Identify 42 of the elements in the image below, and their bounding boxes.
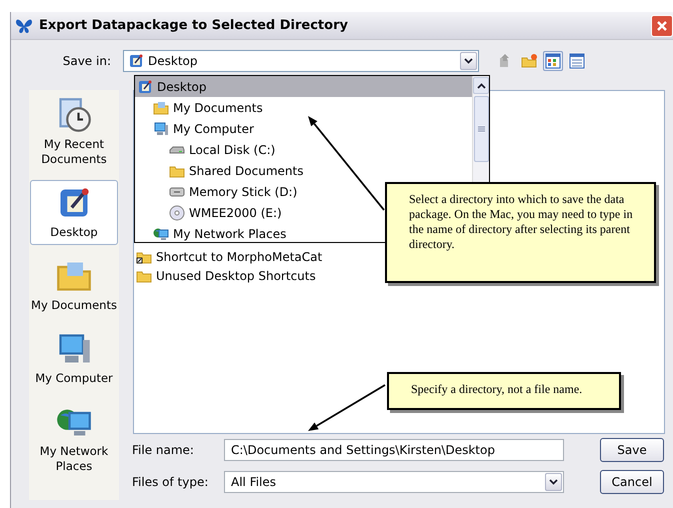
- file-name-field[interactable]: C:\Documents and Settings\Kirsten\Desktop: [224, 439, 564, 461]
- close-icon: [656, 20, 668, 32]
- file-item[interactable]: Shortcut to MorphoMetaCat: [156, 248, 322, 266]
- scroll-up-button[interactable]: [473, 77, 489, 94]
- caret-icon: [464, 58, 473, 64]
- dropdown-item[interactable]: My Computer: [135, 118, 472, 139]
- places-item[interactable]: My Recent Documents: [30, 92, 118, 172]
- butterfly-icon: [15, 18, 33, 34]
- up-caret-icon: [476, 82, 486, 88]
- close-button[interactable]: [651, 14, 673, 36]
- callout-tooltip: Select a directory into which to save the data package. On the Mac, you may need to type in the name of directory after selecting its parent directory.: [385, 182, 656, 283]
- window-title: Export Datapackage to Selected Directory: [39, 16, 348, 35]
- grip-icon: [478, 126, 484, 132]
- dropdown-button[interactable]: [545, 473, 562, 491]
- dropdown-button[interactable]: [460, 52, 477, 70]
- file-type-dropdown[interactable]: All Files: [224, 471, 564, 493]
- computer-icon: [153, 120, 169, 136]
- dropdown-item[interactable]: My Documents: [135, 97, 472, 118]
- places-item[interactable]: Desktop: [30, 180, 118, 245]
- save-button[interactable]: Save: [600, 438, 664, 462]
- desktop-icon: [128, 53, 144, 69]
- file-item[interactable]: Unused Desktop Shortcuts: [156, 266, 316, 284]
- file-type-label: Files of type:: [132, 474, 210, 491]
- dropdown-item[interactable]: Local Disk (C:): [135, 139, 472, 160]
- desktop-icon: [137, 78, 153, 94]
- scroll-thumb[interactable]: [474, 96, 488, 162]
- file-name-label: File name:: [132, 442, 195, 459]
- places-item[interactable]: My Documents: [30, 253, 118, 318]
- dropdown-item[interactable]: Shared Documents: [135, 160, 472, 181]
- cancel-button[interactable]: Cancel: [600, 470, 664, 494]
- save-in-label: Save in:: [62, 53, 112, 70]
- folder-icon: [153, 100, 169, 116]
- details-view-icon[interactable]: [567, 51, 587, 71]
- caret-icon: [549, 479, 558, 485]
- disc-icon: [169, 204, 185, 220]
- list-view-icon[interactable]: [543, 51, 563, 71]
- network-computer-icon: [153, 226, 169, 242]
- places-item[interactable]: My Network Places: [30, 399, 118, 479]
- dropdown-item[interactable]: Desktop: [135, 76, 472, 97]
- callout-tooltip: Specify a directory, not a file name.: [387, 372, 621, 410]
- places-item[interactable]: My Computer: [30, 326, 118, 391]
- save-in-dropdown[interactable]: Desktop: [123, 50, 479, 72]
